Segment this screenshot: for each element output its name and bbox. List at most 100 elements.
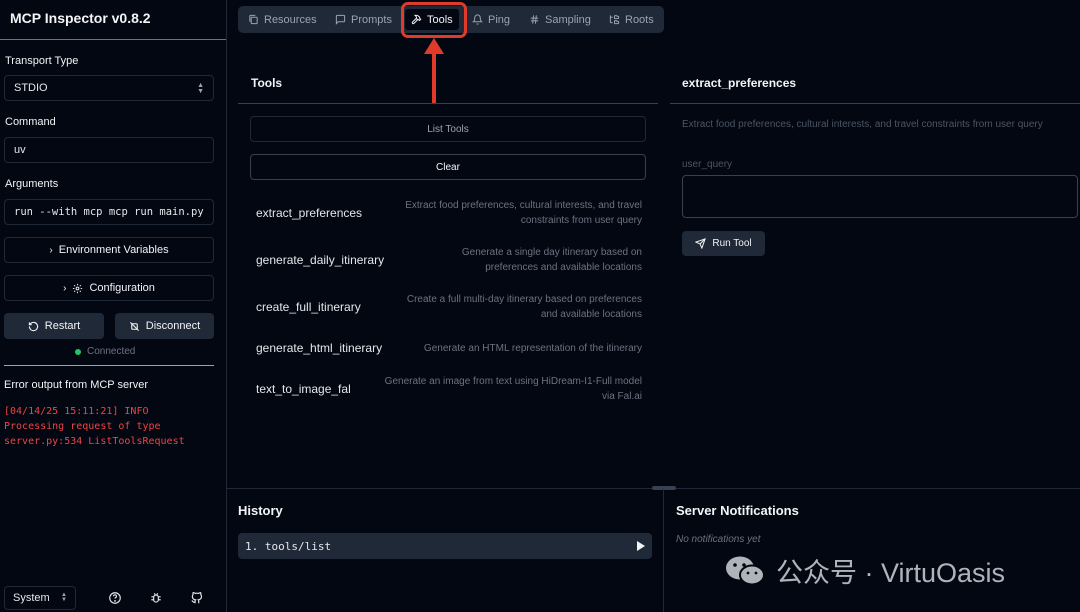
configuration-button[interactable]: › Configuration	[4, 275, 214, 301]
bug-icon[interactable]	[149, 591, 163, 605]
user-query-label: user_query	[682, 159, 733, 170]
chevron-up-down-icon: ▲ ▼	[197, 82, 204, 95]
chevron-right-icon: ›	[63, 282, 67, 294]
run-tool-label: Run Tool	[712, 238, 752, 249]
tool-description: Generate an HTML representation of the i…	[424, 341, 642, 356]
divider	[670, 103, 1080, 104]
tab-resources[interactable]: Resources	[242, 9, 323, 30]
tool-description-line: Extract food preferences, cultural inter…	[405, 200, 642, 211]
status-dot-icon	[75, 348, 81, 355]
command-value: uv	[14, 144, 26, 156]
clear-button[interactable]: Clear	[250, 154, 646, 180]
tool-item-generate-daily-itinerary[interactable]: generate_daily_itinerary Generate a sing…	[256, 245, 642, 285]
restart-label: Restart	[44, 320, 81, 332]
chevron-up-down-icon: ▲ ▼	[61, 592, 67, 603]
highlight-box	[401, 2, 467, 38]
hash-icon	[530, 15, 539, 24]
tab-label: Ping	[488, 13, 511, 26]
tool-item-text-to-image-fal[interactable]: text_to_image_fal Generate an image from…	[256, 374, 642, 414]
history-item[interactable]: 1. tools/list	[238, 533, 652, 559]
server-notifications-title: Server Notifications	[676, 503, 799, 518]
tab-label: Sampling	[545, 13, 591, 26]
tool-item-generate-html-itinerary[interactable]: generate_html_itinerary Generate an HTML…	[256, 334, 642, 362]
tool-description-line: Generate an image from text using HiDrea…	[384, 376, 642, 387]
selected-tool-description: Extract food preferences, cultural inter…	[682, 119, 1043, 130]
github-icon[interactable]	[190, 591, 204, 605]
clear-label: Clear	[436, 161, 460, 173]
empty-notifications-text: No notifications yet	[676, 534, 761, 545]
tool-description-line: Generate an HTML representation of the i…	[423, 343, 642, 354]
divider	[663, 489, 664, 612]
tab-label: Prompts	[351, 13, 392, 26]
list-tools-button[interactable]: List Tools	[250, 116, 646, 142]
tool-item-extract-preferences[interactable]: extract_preferences Extract food prefere…	[256, 198, 642, 238]
tool-name: text_to_image_fal	[256, 382, 351, 396]
error-output-log: [04/14/25 15:11:21] INFO Processing requ…	[4, 404, 185, 449]
arguments-input[interactable]: run --with mcp mcp run main.py	[4, 199, 214, 225]
history-title: History	[238, 503, 283, 518]
disconnect-label: Disconnect	[145, 320, 201, 332]
transport-type-value: STDIO	[14, 82, 48, 94]
environment-variables-button[interactable]: › Environment Variables	[4, 237, 214, 263]
tool-description-line: via Fal.ai	[601, 391, 642, 402]
tab-roots[interactable]: Roots	[603, 9, 660, 30]
tool-description-line: constraints from user query	[520, 215, 642, 226]
divider	[238, 103, 658, 104]
command-input[interactable]: uv	[4, 137, 214, 163]
restart-button[interactable]: Restart	[4, 313, 104, 339]
error-line: server.py:534 ListToolsRequest	[4, 436, 185, 447]
tool-description-line: Create a full multi-day itinerary based …	[406, 294, 642, 305]
message-square-icon	[335, 14, 346, 25]
tool-description: Generate an image from text using HiDrea…	[385, 374, 642, 404]
user-query-input[interactable]	[682, 175, 1078, 218]
tool-name: create_full_itinerary	[256, 300, 361, 314]
wechat-icon	[726, 556, 765, 585]
tool-description-line: Generate a single day itinerary based on	[461, 247, 642, 258]
divider	[4, 365, 214, 366]
disconnect-button[interactable]: Disconnect	[115, 313, 214, 339]
tab-ping[interactable]: Ping	[466, 9, 516, 30]
tab-prompts[interactable]: Prompts	[329, 9, 398, 30]
error-output-heading: Error output from MCP server	[4, 379, 149, 391]
watermark: 公众号 · VirtuOasis	[724, 551, 1005, 590]
files-icon	[249, 14, 258, 25]
tab-sampling[interactable]: Sampling	[523, 9, 597, 30]
transport-type-select[interactable]: STDIO ▲ ▼	[4, 75, 214, 101]
divider	[0, 39, 226, 40]
arguments-label: Arguments	[5, 178, 59, 190]
history-item-label: 1. tools/list	[245, 539, 332, 553]
unplug-icon	[129, 321, 139, 331]
tool-name: generate_html_itinerary	[256, 341, 383, 355]
tool-item-create-full-itinerary[interactable]: create_full_itinerary Create a full mult…	[256, 292, 642, 332]
tab-label: Resources	[264, 13, 317, 26]
rotate-icon	[28, 321, 38, 331]
error-line: Processing request of type	[4, 421, 161, 432]
arguments-value: run --with mcp mcp run main.py	[14, 206, 204, 218]
folder-tree-icon	[609, 15, 620, 25]
connection-status: Connected	[75, 346, 135, 357]
environment-variables-label: Environment Variables	[58, 244, 169, 256]
theme-select[interactable]: System ▲ ▼	[4, 586, 76, 610]
error-line: [04/14/25 15:11:21] INFO	[4, 406, 149, 417]
resize-handle[interactable]	[652, 486, 676, 490]
command-label: Command	[5, 116, 56, 128]
run-tool-button[interactable]: Run Tool	[682, 231, 765, 256]
selected-tool-title: extract_preferences	[682, 76, 797, 90]
tool-description: Create a full multi-day itinerary based …	[407, 292, 642, 322]
tool-name: generate_daily_itinerary	[256, 253, 385, 267]
gear-icon	[73, 283, 83, 293]
arrow-up-icon	[424, 38, 444, 104]
tab-label: Roots	[625, 13, 654, 26]
tool-description: Generate a single day itinerary based on…	[462, 245, 642, 275]
watermark-text: 公众号 · VirtuOasis	[776, 558, 1006, 588]
bell-icon	[472, 14, 483, 25]
status-text: Connected	[87, 346, 136, 357]
help-icon[interactable]	[108, 591, 122, 605]
transport-type-label: Transport Type	[5, 55, 79, 67]
configuration-label: Configuration	[89, 282, 155, 294]
tools-panel-title: Tools	[251, 76, 283, 90]
tool-description-line: and available locations	[540, 309, 642, 320]
tool-description: Extract food preferences, cultural inter…	[405, 198, 642, 228]
tool-description-line: preferences and available locations	[485, 262, 642, 273]
list-tools-label: List Tools	[427, 123, 469, 135]
